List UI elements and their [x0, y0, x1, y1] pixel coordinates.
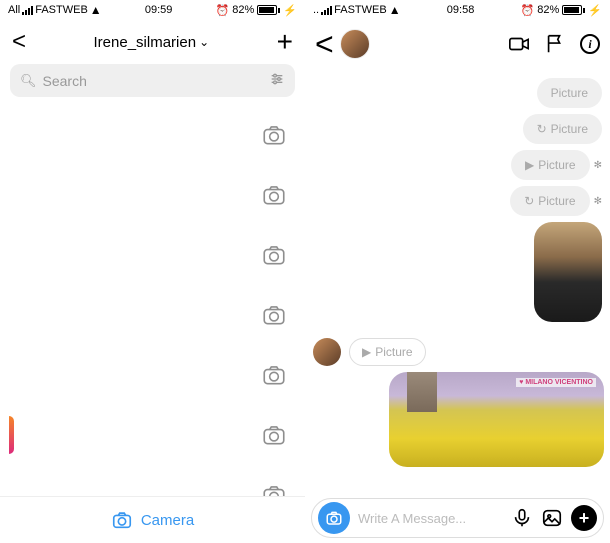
- outgoing-message[interactable]: Picture: [537, 78, 602, 108]
- dm-row[interactable]: [0, 225, 305, 285]
- signal-icon: [22, 6, 33, 15]
- back-button[interactable]: <: [12, 28, 26, 56]
- camera-icon[interactable]: [261, 302, 287, 328]
- add-button[interactable]: +: [571, 505, 597, 531]
- play-icon: ▶: [525, 158, 534, 172]
- battery-percent: 82%: [232, 4, 254, 16]
- camera-icon[interactable]: [261, 482, 287, 496]
- wifi-icon: ▲: [389, 3, 401, 17]
- status-bar: All FASTWEB ▲ 09:59 ⏰ 82% ⚡: [0, 0, 305, 20]
- photo-message[interactable]: [534, 222, 602, 322]
- gallery-button[interactable]: [541, 507, 563, 529]
- alarm-icon: ⏰: [521, 4, 535, 17]
- carrier-label: FASTWEB: [35, 4, 88, 16]
- battery-percent: 82%: [537, 4, 559, 16]
- flag-button[interactable]: [544, 33, 566, 55]
- video-call-button[interactable]: [508, 33, 530, 55]
- wifi-icon: ▲: [90, 3, 102, 17]
- info-button[interactable]: i: [580, 34, 600, 54]
- camera-icon[interactable]: [261, 182, 287, 208]
- outgoing-message[interactable]: ↻Picture: [523, 114, 602, 144]
- dm-row[interactable]: [0, 165, 305, 225]
- incoming-message[interactable]: ▶Picture: [313, 338, 602, 366]
- replay-icon: ↻: [524, 194, 534, 208]
- play-icon: ▶: [362, 345, 371, 359]
- search-icon: 🔍︎: [20, 73, 37, 89]
- dm-inbox-screen: All FASTWEB ▲ 09:59 ⏰ 82% ⚡ < Irene_silm…: [0, 0, 305, 543]
- profile-avatar[interactable]: [340, 29, 370, 59]
- location-tag: ♥ MILANO VICENTINO: [516, 378, 596, 387]
- mic-button[interactable]: [511, 507, 533, 529]
- dm-list[interactable]: [0, 105, 305, 496]
- loading-spinner-icon: ✻: [594, 196, 602, 207]
- new-message-button[interactable]: +: [277, 26, 293, 58]
- chevron-down-icon: ⌄: [199, 35, 209, 49]
- battery-icon: [257, 5, 280, 15]
- outgoing-message[interactable]: ▶Picture ✻: [511, 150, 602, 180]
- chat-header: < i: [305, 20, 610, 68]
- dm-chat-screen: .. FASTWEB ▲ 09:58 ⏰ 82% ⚡ <: [305, 0, 610, 543]
- message-input[interactable]: Write A Message... +: [311, 498, 604, 538]
- back-button[interactable]: <: [315, 26, 334, 63]
- camera-icon[interactable]: [261, 242, 287, 268]
- clock-label: 09:58: [447, 4, 475, 16]
- dm-row[interactable]: [0, 105, 305, 165]
- replay-icon: ↻: [537, 122, 547, 136]
- camera-icon: [111, 509, 133, 531]
- compose-bar: Write A Message... +: [305, 493, 610, 543]
- camera-icon[interactable]: [261, 122, 287, 148]
- search-input[interactable]: 🔍︎ Search: [10, 64, 295, 97]
- loading-spinner-icon: ✻: [594, 160, 602, 171]
- camera-icon[interactable]: [261, 422, 287, 448]
- dm-row[interactable]: [0, 405, 305, 465]
- account-switcher[interactable]: Irene_silmarien ⌄: [94, 34, 210, 51]
- camera-button[interactable]: [318, 502, 350, 534]
- photo-message[interactable]: ♥ MILANO VICENTINO: [389, 372, 604, 467]
- carrier-label: FASTWEB: [334, 4, 387, 16]
- filter-icon: [269, 71, 285, 90]
- status-bar: .. FASTWEB ▲ 09:58 ⏰ 82% ⚡: [305, 0, 610, 20]
- inbox-header: < Irene_silmarien ⌄ +: [0, 20, 305, 64]
- alarm-icon: ⏰: [216, 4, 230, 17]
- camera-icon[interactable]: [261, 362, 287, 388]
- signal-icon: [321, 6, 332, 15]
- outgoing-message[interactable]: ↻Picture ✻: [510, 186, 602, 216]
- dm-row[interactable]: [0, 465, 305, 496]
- chat-messages[interactable]: Picture ↻Picture ▶Picture ✻ ↻Picture ✻ ▶…: [305, 68, 610, 493]
- sender-avatar[interactable]: [313, 338, 341, 366]
- dm-row[interactable]: [0, 285, 305, 345]
- camera-button[interactable]: Camera: [0, 496, 305, 543]
- story-ring-icon: [9, 416, 14, 454]
- dm-row[interactable]: [0, 345, 305, 405]
- battery-icon: [562, 5, 585, 15]
- clock-label: 09:59: [145, 4, 173, 16]
